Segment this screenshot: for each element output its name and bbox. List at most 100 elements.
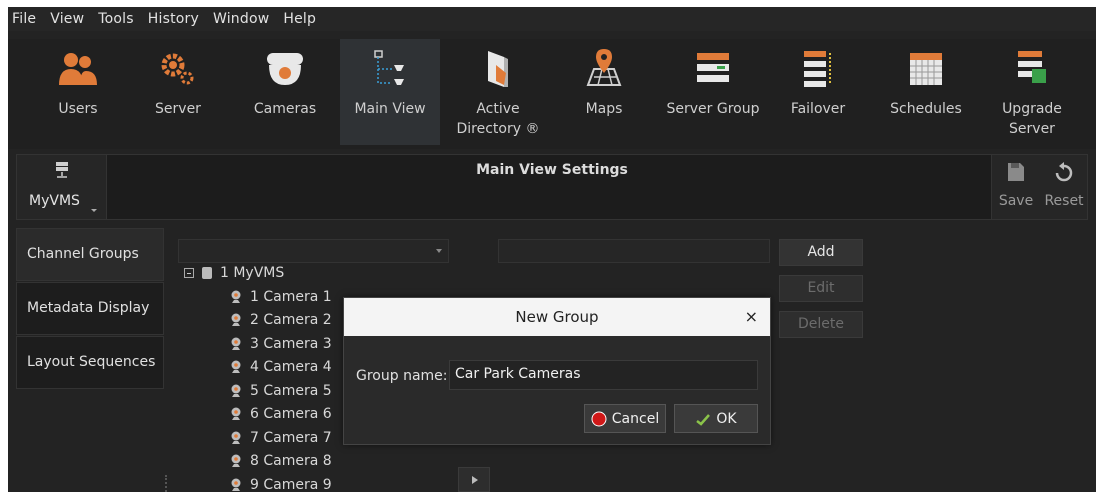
server-group-icon bbox=[697, 53, 729, 82]
tree-filter-dropdown[interactable] bbox=[178, 239, 449, 263]
toolbar-label: Failover bbox=[790, 101, 846, 117]
save-label: Save bbox=[998, 193, 1034, 209]
cancel-icon bbox=[591, 411, 607, 426]
close-icon[interactable]: × bbox=[745, 307, 758, 326]
toolbar-users-button[interactable]: Users bbox=[28, 39, 128, 145]
menu-file[interactable]: File bbox=[12, 11, 36, 27]
server-gear-icon bbox=[161, 53, 194, 85]
calendar-icon bbox=[910, 53, 942, 85]
toolbar-label: Cameras bbox=[253, 101, 317, 117]
webcam-icon bbox=[231, 407, 241, 420]
webcam-icon bbox=[231, 454, 241, 467]
save-icon bbox=[1008, 163, 1024, 181]
tab-layout-sequences[interactable]: Layout Sequences bbox=[16, 336, 164, 389]
tree-root-node[interactable]: 1 MyVMS bbox=[184, 265, 284, 281]
camera-label: 1 Camera 1 bbox=[250, 289, 332, 305]
camera-label: 8 Camera 8 bbox=[250, 453, 332, 469]
toolbar-active-directory-button[interactable]: Active Directory ® bbox=[448, 39, 548, 145]
tree-root-label: 1 MyVMS bbox=[220, 265, 285, 281]
reset-label: Reset bbox=[1044, 193, 1084, 209]
delete-group-button[interactable]: Delete bbox=[779, 311, 863, 338]
add-group-button[interactable]: Add bbox=[779, 239, 863, 266]
camera-label: 7 Camera 7 bbox=[250, 430, 332, 446]
save-reset-group: Save Reset bbox=[991, 155, 1087, 219]
webcam-icon bbox=[231, 384, 241, 397]
ok-button[interactable]: OK bbox=[674, 404, 758, 433]
webcam-icon bbox=[231, 337, 241, 350]
toolbar-cameras-button[interactable]: Cameras bbox=[235, 39, 335, 145]
tree-camera-item[interactable]: 9 Camera 9 bbox=[230, 474, 332, 492]
tab-metadata-display[interactable]: Metadata Display bbox=[16, 282, 164, 335]
camera-label: 6 Camera 6 bbox=[250, 406, 332, 422]
toolbar-upgrade-server-button[interactable]: Upgrade Server bbox=[982, 39, 1082, 145]
camera-label: 2 Camera 2 bbox=[250, 312, 332, 328]
camera-dome-icon bbox=[267, 53, 303, 85]
chevron-down-icon bbox=[436, 249, 442, 253]
group-selector[interactable] bbox=[498, 239, 770, 263]
tree-camera-item[interactable]: 8 Camera 8 bbox=[230, 450, 332, 472]
toolbar-label: Schedules bbox=[890, 101, 962, 117]
toolbar-main-view-button[interactable]: Main View bbox=[340, 39, 440, 145]
menu-window[interactable]: Window bbox=[213, 11, 269, 27]
webcam-icon bbox=[231, 313, 241, 326]
failover-icon bbox=[804, 51, 831, 87]
tab-channel-groups[interactable]: Channel Groups bbox=[16, 228, 164, 281]
toolbar-server-button[interactable]: Server bbox=[128, 39, 228, 145]
save-button[interactable]: Save bbox=[992, 155, 1040, 219]
reset-icon bbox=[1055, 162, 1073, 182]
camera-label: 3 Camera 3 bbox=[250, 336, 332, 352]
group-name-input[interactable]: Car Park Cameras bbox=[449, 360, 758, 390]
map-pin-icon bbox=[586, 49, 622, 86]
tree-camera-item[interactable]: 3 Camera 3 bbox=[230, 333, 332, 355]
reset-button[interactable]: Reset bbox=[1040, 155, 1088, 219]
toolbar-label: Server Group bbox=[666, 101, 760, 117]
menu-view[interactable]: View bbox=[50, 11, 84, 27]
toolbar-server-group-button[interactable]: Server Group bbox=[661, 39, 765, 145]
menu-bar: File View Tools History Window Help bbox=[8, 7, 1096, 31]
splitter-handle[interactable] bbox=[165, 475, 167, 492]
main-toolbar: Users Server Cameras Main View Active Di… bbox=[8, 39, 1096, 149]
tree-camera-item[interactable]: 1 Camera 1 bbox=[230, 286, 332, 308]
dialog-titlebar: New Group × bbox=[344, 298, 770, 336]
tree-camera-item[interactable]: 2 Camera 2 bbox=[230, 309, 332, 331]
webcam-icon bbox=[231, 431, 241, 444]
settings-sidebar: Channel Groups Metadata Display Layout S… bbox=[16, 228, 164, 492]
dialog-title: New Group bbox=[515, 308, 599, 326]
tree-camera-item[interactable]: 7 Camera 7 bbox=[230, 427, 332, 449]
cancel-button[interactable]: Cancel bbox=[584, 404, 666, 433]
camera-label: 5 Camera 5 bbox=[250, 383, 332, 399]
tree-camera-item[interactable]: 5 Camera 5 bbox=[230, 380, 332, 402]
ok-label: OK bbox=[716, 410, 737, 427]
server-node-icon bbox=[202, 267, 212, 279]
edit-group-button[interactable]: Edit bbox=[779, 275, 863, 302]
server-name: MyVMS bbox=[29, 193, 80, 209]
users-icon bbox=[59, 53, 97, 85]
upgrade-server-icon bbox=[1018, 51, 1046, 83]
add-to-group-button[interactable] bbox=[458, 467, 490, 492]
webcam-icon bbox=[231, 290, 241, 303]
collapse-icon[interactable] bbox=[184, 268, 194, 278]
active-directory-icon bbox=[488, 51, 508, 87]
toolbar-failover-button[interactable]: Failover bbox=[768, 39, 868, 145]
checkmark-icon bbox=[696, 413, 711, 426]
menu-tools[interactable]: Tools bbox=[98, 11, 134, 27]
camera-label: 4 Camera 4 bbox=[250, 359, 332, 375]
toolbar-maps-button[interactable]: Maps bbox=[554, 39, 654, 145]
tree-camera-item[interactable]: 6 Camera 6 bbox=[230, 403, 332, 425]
toolbar-schedules-button[interactable]: Schedules bbox=[876, 39, 976, 145]
menu-help[interactable]: Help bbox=[283, 11, 316, 27]
toolbar-label: Server bbox=[155, 101, 201, 117]
tree-camera-item[interactable]: 4 Camera 4 bbox=[230, 356, 332, 378]
webcam-icon bbox=[231, 360, 241, 373]
toolbar-label: Upgrade Server bbox=[1002, 101, 1062, 137]
camera-label: 9 Camera 9 bbox=[250, 477, 332, 492]
settings-header: MyVMS Main View Settings Save Reset bbox=[16, 154, 1088, 220]
dropdown-caret-icon bbox=[91, 209, 97, 212]
menu-history[interactable]: History bbox=[148, 11, 199, 27]
webcam-icon bbox=[231, 478, 241, 491]
toolbar-label: Maps bbox=[585, 101, 623, 117]
app-window: File View Tools History Window Help User… bbox=[8, 7, 1096, 492]
new-group-dialog: New Group × Group name: Car Park Cameras… bbox=[343, 297, 771, 445]
toolbar-label: Active Directory ® bbox=[456, 101, 540, 137]
page-title: Main View Settings bbox=[476, 162, 628, 178]
